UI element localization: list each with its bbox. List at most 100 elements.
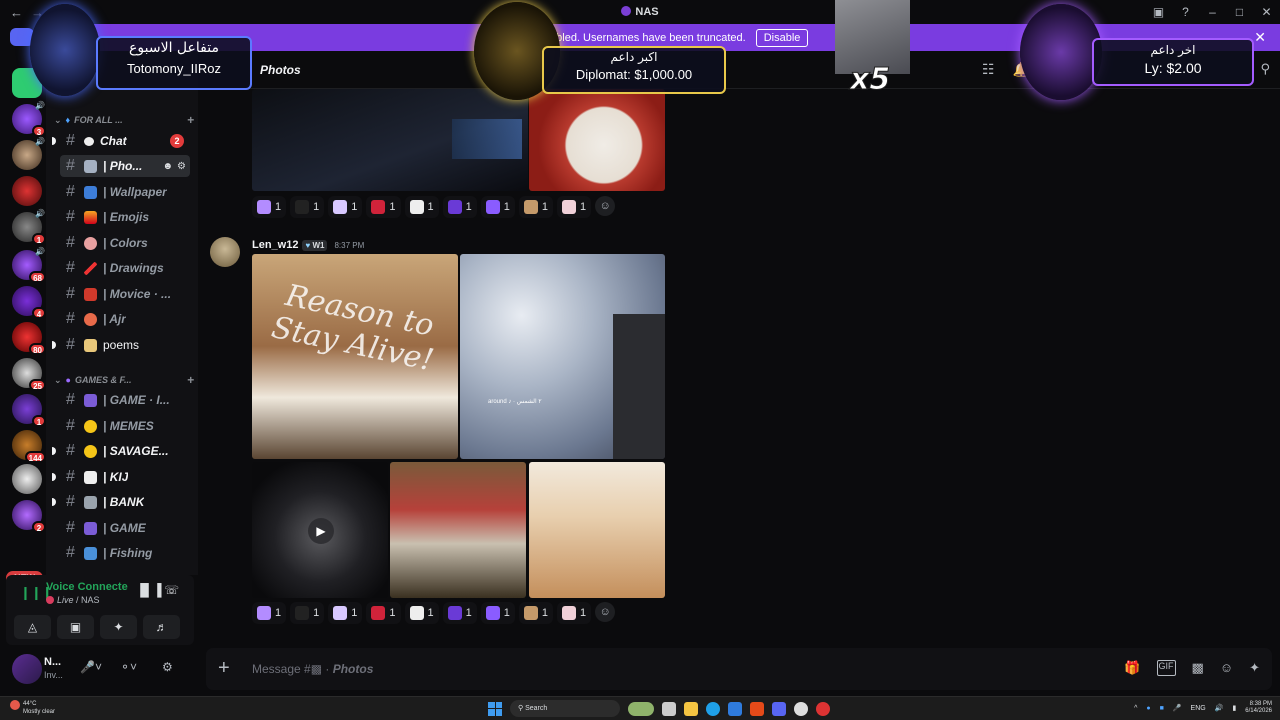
server-icon[interactable]: 🔊 1 [12,209,46,245]
tray-app-icon[interactable]: ● [1146,705,1150,712]
food-plate-image[interactable] [529,89,665,191]
server-icon[interactable] [12,464,42,494]
reaction[interactable]: 1 [518,196,553,218]
server-icon[interactable]: 1 [12,394,46,427]
reaction[interactable]: 1 [290,196,325,218]
server-icon[interactable]: 🔊 [12,137,45,170]
steam-icon[interactable] [794,701,808,716]
author-name[interactable]: Len_w12 [252,239,298,251]
edge-icon[interactable] [706,701,720,716]
gear-icon[interactable]: ⚙ [162,660,173,674]
close-window-button[interactable]: ✕ [1253,5,1280,19]
add-channel-icon[interactable]: + [187,113,194,127]
sticker-icon[interactable]: ▩ [1192,660,1204,676]
composer-placeholder[interactable]: Message #▩ · Photos [252,662,373,676]
reaction[interactable]: 1 [404,602,439,624]
channel-drawings[interactable]: # | Drawings [60,257,190,279]
channel-fishing[interactable]: # | Fishing [60,542,190,564]
car-night-image[interactable] [252,89,528,191]
server-icon[interactable]: 🔊 3 [12,101,46,137]
microphone-icon[interactable]: 🎤 [1173,704,1182,712]
clock[interactable]: 8:38 PM 6/14/2026 [1245,701,1272,715]
server-icon[interactable]: 4 [12,286,46,319]
server-icon[interactable]: 80 [12,322,46,355]
taskbar-search[interactable]: ⚲ Search [510,700,620,717]
channel-bank[interactable]: # | BANK [52,491,190,513]
discord-icon[interactable] [772,701,786,716]
file-explorer-icon[interactable] [684,701,698,716]
reaction[interactable]: 1 [480,602,515,624]
server-icon[interactable]: 25 [12,358,46,391]
activities-button[interactable]: ✦ [100,615,137,639]
reaction[interactable]: 1 [366,196,401,218]
drink-image[interactable] [390,462,526,598]
category-for-all[interactable]: ⌄ ♦ FOR ALL ... + [54,113,194,127]
reaction[interactable]: 1 [480,196,515,218]
cloudy-sky-image[interactable]: around ♪ · ٢ الشمس [460,254,665,459]
user-name[interactable]: N... [44,656,61,668]
gear-icon[interactable]: ⚙ [177,161,186,172]
channel-photos[interactable]: # | Pho... ☻ ⚙ [60,155,190,177]
banner-close-icon[interactable]: ✕ [1254,29,1266,46]
channel-poems[interactable]: # poems [52,334,190,356]
soundboard-button[interactable]: ♬ [143,615,180,639]
server-icon[interactable]: 🔊 68 [12,247,46,283]
disable-button[interactable]: Disable [755,28,809,47]
channel-movies[interactable]: # | Movice · ... [60,283,190,305]
chevron-up-icon[interactable]: ^ [1134,705,1137,712]
widget-icon[interactable] [628,701,654,716]
screen-share-button[interactable]: ▣ [57,615,94,639]
brave-icon[interactable] [750,701,764,716]
coffee-table-image[interactable]: Reason to Stay Alive! [252,254,458,459]
reaction[interactable]: 1 [557,196,592,218]
server-icon[interactable]: 2 [12,500,46,533]
reaction[interactable]: 1 [290,602,325,624]
building-image[interactable] [529,462,665,598]
guild-tag[interactable]: ♥ W1 [302,239,328,251]
add-channel-icon[interactable]: + [187,373,194,387]
channel-wallpaper[interactable]: # | Wallpaper [60,181,190,203]
channel-emojis[interactable]: # | Emojis [60,206,190,228]
microphone-icon[interactable]: 🎤˅ [80,660,102,674]
gif-icon[interactable]: GIF [1156,660,1176,676]
avatar[interactable] [12,654,42,684]
channel-game-i[interactable]: # | GAME · I... [60,389,190,411]
windows-start-icon[interactable] [488,701,502,716]
invite-icon[interactable]: ☻ [163,161,174,172]
steering-wheel-video[interactable]: ▶ [252,462,388,598]
reaction[interactable]: 1 [518,602,553,624]
voice-status[interactable]: Voice Connecte [46,581,128,593]
headphones-icon[interactable]: ⚬˅ [120,660,137,674]
camera-off-button[interactable]: ◬ [14,615,51,639]
avatar[interactable] [210,237,240,267]
reaction[interactable]: 1 [404,196,439,218]
add-reaction-icon[interactable]: ☺ [595,196,616,216]
channel-game[interactable]: # | GAME [60,517,190,539]
emoji-icon[interactable]: ☺ [1220,660,1233,676]
channel-colors[interactable]: # | Colors [60,232,190,254]
add-reaction-icon[interactable]: ☺ [595,602,616,622]
reaction[interactable]: 1 [442,602,477,624]
reaction[interactable]: 1 [328,196,363,218]
server-icon[interactable]: 144 [12,430,46,463]
noise-suppression-icon[interactable]: ▐▌▐ [136,583,162,597]
disconnect-icon[interactable]: ☏ [164,583,179,597]
channel-chat[interactable]: # Chat 2 [52,130,190,152]
weather-widget[interactable]: 44°C Mostly clear [10,700,55,716]
reaction[interactable]: 1 [328,602,363,624]
threads-icon[interactable]: ☷ [982,61,995,78]
apps-icon[interactable]: ✦ [1249,660,1260,676]
play-icon[interactable]: ▶ [308,518,334,544]
battery-icon[interactable]: ▮ [1232,704,1236,712]
reaction[interactable]: 1 [366,602,401,624]
reaction[interactable]: 1 [252,602,287,624]
channel-ajr[interactable]: # | Ajr [60,308,190,330]
task-view-icon[interactable] [662,701,676,716]
tray-app-icon[interactable]: ■ [1160,705,1164,712]
app-icon[interactable] [816,701,830,716]
language-indicator[interactable]: ENG [1191,705,1206,712]
server-icon[interactable] [12,176,42,206]
channel-kij[interactable]: # | KIJ [52,466,190,488]
speaker-icon[interactable]: 🔊 [1215,704,1224,712]
reaction[interactable]: 1 [252,196,287,218]
